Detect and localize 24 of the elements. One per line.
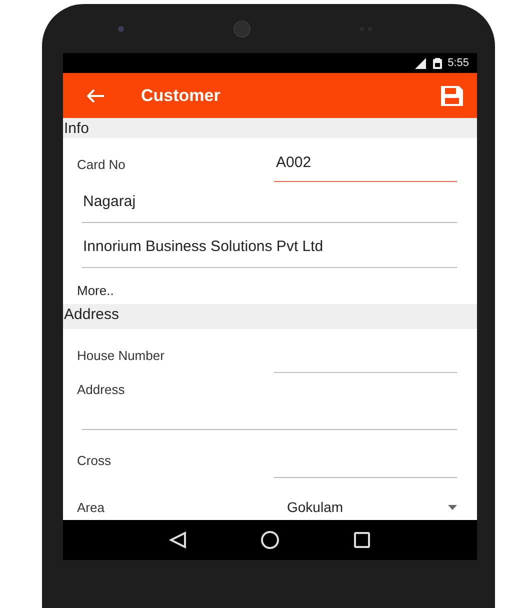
section-header: Address [63,304,477,329]
camera-lens [233,20,251,38]
field-label: Address [77,381,125,397]
field-label: Area [77,498,106,514]
status-time: 5:55 [448,57,469,69]
battery-icon [432,58,442,68]
input-field[interactable]: Innorium Business Solutions Pvt Ltd [82,236,457,268]
app-bar-title: Customer [141,86,222,106]
back-arrow-icon[interactable] [87,88,105,102]
area-dropdown[interactable]: Gokulam [283,485,457,515]
input-field[interactable]: A002 [274,152,457,182]
save-icon[interactable] [441,86,463,106]
field-label: Cross [77,453,112,470]
more-link[interactable]: More.. [63,273,114,298]
back-icon[interactable] [169,531,188,549]
speaker-dot [118,26,124,32]
home-icon[interactable] [260,530,280,550]
field-label: Card No [77,157,126,174]
recents-icon[interactable] [352,531,371,549]
field-label: House Number [77,348,166,365]
dropdown-caret-icon [448,504,457,510]
section-header: Info [63,118,477,138]
signal-icon [412,58,427,68]
input-field[interactable]: Nagaraj [82,191,457,223]
